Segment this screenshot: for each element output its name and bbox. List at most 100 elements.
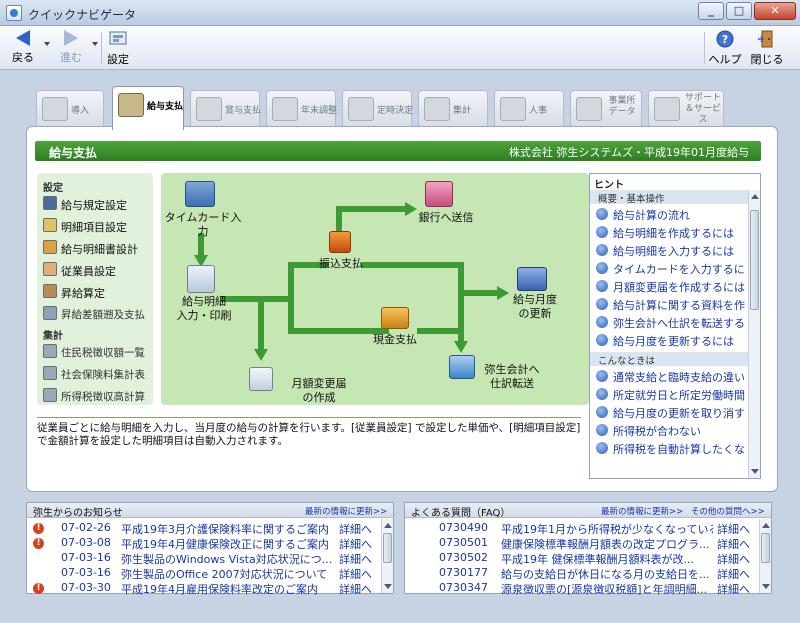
minimize-icon: _ (708, 4, 714, 17)
timecard-icon[interactable] (185, 181, 215, 207)
aggregate-item-income-tax[interactable]: 所得税徴収高計算 (43, 387, 151, 405)
minimize-button[interactable]: _ (698, 2, 724, 20)
faq-row[interactable]: 0730177 給与の支給日が休日になる月の支給日を... 詳細へ (405, 566, 759, 581)
settings-button[interactable]: 設定 (106, 30, 130, 67)
faq-list: 0730490 平成19年1月から所得税が少なくなっている 詳細へ 073050… (405, 519, 759, 596)
tab-periodic-decision[interactable]: 定時決定 (342, 90, 413, 128)
scroll-up-icon[interactable] (751, 194, 759, 199)
hint-link[interactable]: 給与月度の更新を取り消す (596, 404, 746, 421)
news-scrollbar[interactable] (381, 519, 393, 593)
tab-personnel[interactable]: 人事 (494, 90, 564, 128)
news-refresh-link[interactable]: 最新の情報に更新>> (305, 505, 387, 517)
binder-icon (348, 97, 374, 121)
hint-link[interactable]: 弥生会計へ仕訳を転送する (596, 314, 746, 331)
kaikei-transfer-icon[interactable] (449, 355, 475, 379)
retro-payment-icon (43, 306, 57, 320)
svg-text:?: ? (722, 33, 728, 46)
scroll-thumb[interactable] (750, 210, 759, 310)
aggregate-item-resident-tax[interactable]: 住民税徴収額一覧 (43, 343, 151, 361)
kaikei-transfer-link[interactable]: 弥生会計へ 仕訳転送 (477, 363, 547, 391)
hint-link[interactable]: 所得税が合わない (596, 422, 746, 439)
timecard-input-link[interactable]: タイムカード入力 (163, 211, 243, 239)
faq-row[interactable]: 0730490 平成19年1月から所得税が少なくなっている 詳細へ (405, 521, 759, 536)
tab-year-end-adjustment[interactable]: 年末調整 (266, 90, 337, 128)
month-update-icon[interactable] (517, 267, 547, 291)
close-window-button[interactable]: ✕ (754, 2, 796, 20)
news-row[interactable]: ! 07-03-08 平成19年4月健康保険改正に関するご案内 詳細へ (27, 536, 381, 551)
aggregate-item-social-insurance[interactable]: 社会保険料集計表 (43, 365, 151, 383)
news-row[interactable]: ! 07-02-26 平成19年3月介護保険料率に関するご案内 詳細へ (27, 521, 381, 536)
cash-payment-link[interactable]: 現金支払 (365, 333, 425, 347)
news-row[interactable]: ! 07-03-30 平成19年4月雇用保険料率改定のご案内 詳細へ (27, 581, 381, 596)
back-button[interactable]: 戻る (8, 30, 38, 65)
hint-bullet-icon (596, 280, 608, 292)
tab-salary-payment[interactable]: 給与支払 (112, 86, 184, 130)
tab-bonus-payment[interactable]: 賞与支払 (190, 90, 261, 128)
payslip-input-link[interactable]: 給与明細 入力・印刷 (169, 295, 239, 323)
faq-row[interactable]: 0730501 健康保険標準報酬月額表の改定プログラ... 詳細へ (405, 536, 759, 551)
faq-scrollbar[interactable] (759, 519, 771, 593)
bank-send-icon[interactable] (425, 181, 453, 207)
transfer-payment-link[interactable]: 振込支払 (311, 257, 371, 271)
hint-link[interactable]: 月額変更届を作成するには (596, 278, 746, 295)
hint-link[interactable]: 給与計算に関する資料を作 (596, 296, 746, 313)
hint-link[interactable]: 所定就労日と所定労働時間 (596, 386, 746, 403)
settings-item-salary-rules[interactable]: 給与規定設定 (43, 195, 151, 213)
category-tabs: 導入 給与支払 賞与支払 年末調整 定時決定 集計 人事 事業所データ サポート… (36, 86, 766, 130)
bonus-payment-icon (196, 97, 222, 121)
hint-bullet-icon (596, 316, 608, 328)
month-update-link[interactable]: 給与月度 の更新 (505, 293, 565, 321)
tab-support-service[interactable]: サポート＆サービス (648, 90, 724, 128)
transfer-payment-icon[interactable] (329, 231, 351, 253)
tab-office-data[interactable]: 事業所データ (570, 90, 642, 128)
book-icon (43, 196, 57, 210)
faq-row[interactable]: 0730347 源泉徴収票の[源泉徴収税額]と年調明細... 詳細へ (405, 581, 759, 596)
settings-item-detail-items[interactable]: 明細項目設定 (43, 217, 151, 235)
faq-refresh-link[interactable]: 最新の情報に更新>> (601, 505, 683, 517)
forward-dropdown-icon[interactable] (92, 42, 98, 46)
news-row[interactable]: 07-03-16 弥生製品のWindows Vista対応状況につ... 詳細へ (27, 551, 381, 566)
tab-setup[interactable]: 導入 (36, 90, 104, 128)
scroll-thumb[interactable] (761, 533, 770, 563)
help-button[interactable]: ? ヘルプ (708, 30, 742, 67)
hints-scrollbar[interactable] (748, 190, 760, 478)
person-icon (500, 97, 526, 121)
settings-heading: 設定 (43, 183, 63, 194)
hint-link[interactable]: 給与明細を作成するには (596, 224, 746, 241)
scroll-up-icon[interactable] (762, 523, 770, 528)
news-header: 弥生からのお知らせ 最新の情報に更新>> (27, 503, 393, 519)
hint-link[interactable]: 給与月度を更新するには (596, 332, 746, 349)
scroll-thumb[interactable] (383, 533, 392, 563)
back-dropdown-icon[interactable] (44, 42, 50, 46)
hint-link[interactable]: 所得税を自動計算したくない (596, 440, 746, 457)
scroll-down-icon[interactable] (751, 469, 759, 474)
monthly-change-link[interactable]: 月額変更届 の作成 (279, 377, 359, 405)
settings-item-raise-calc[interactable]: 昇給算定 (43, 283, 151, 301)
hint-link[interactable]: タイムカードを入力するには (596, 260, 746, 277)
forward-button[interactable]: 進む (56, 30, 86, 65)
settings-item-employee[interactable]: 従業員設定 (43, 261, 151, 279)
bank-send-link[interactable]: 銀行へ送信 (411, 211, 481, 225)
settings-item-payslip-design[interactable]: 給与明細書設計 (43, 239, 151, 257)
news-row[interactable]: 07-03-16 弥生製品のOffice 2007対応状況について 詳細へ (27, 566, 381, 581)
monthly-change-icon[interactable] (249, 367, 273, 391)
faq-more-link[interactable]: その他の質問へ>> (691, 505, 765, 517)
cash-payment-icon[interactable] (381, 307, 409, 329)
exit-button[interactable]: 閉じる (748, 30, 786, 67)
hint-bullet-icon (596, 262, 608, 274)
scroll-up-icon[interactable] (384, 523, 392, 528)
faq-title: よくある質問（FAQ） (411, 508, 511, 519)
maximize-button[interactable]: □ (726, 2, 752, 20)
settings-item-raise-retro[interactable]: 昇給差額遡及支払 (43, 305, 151, 323)
maximize-icon: □ (733, 4, 745, 17)
scroll-down-icon[interactable] (384, 584, 392, 589)
hint-link[interactable]: 給与明細を入力するには (596, 242, 746, 259)
tab-aggregate[interactable]: 集計 (418, 90, 488, 128)
payslip-icon[interactable] (187, 265, 215, 293)
hint-bullet-icon (596, 424, 608, 436)
hint-link[interactable]: 給与計算の流れ (596, 206, 746, 223)
hint-link[interactable]: 通常支給と臨時支給の違い (596, 368, 746, 385)
faq-row[interactable]: 0730502 平成19年 健保標準報酬月額料表が改... 詳細へ (405, 551, 759, 566)
scroll-down-icon[interactable] (762, 584, 770, 589)
exit-label: 閉じる (750, 53, 784, 66)
